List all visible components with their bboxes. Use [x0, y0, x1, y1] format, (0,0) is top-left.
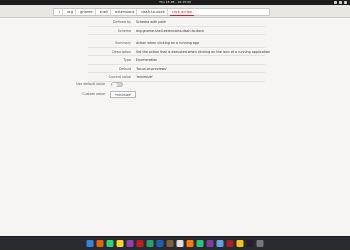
details-row-description: Description Set the action that is execu… — [88, 48, 270, 56]
row-label: Defined by — [113, 20, 131, 24]
use-default-toggle[interactable] — [111, 82, 123, 87]
dock-app-icon[interactable] — [116, 240, 124, 247]
dock-app-icon[interactable] — [186, 240, 194, 247]
breadcrumb-click-action[interactable]: click-action — [169, 9, 195, 16]
details-table: Defined by Schema with path Schema org.g… — [88, 18, 270, 82]
breadcrumb-gnome[interactable]: gnome — [78, 9, 96, 15]
breadcrumb: / org gnome shell extensions dash-to-doc… — [53, 8, 270, 16]
row-label: Default — [118, 66, 131, 71]
dock-app-icon[interactable] — [196, 240, 204, 247]
dock-app-icon[interactable] — [96, 240, 104, 247]
details-row-type: Type Enumeration — [88, 56, 265, 65]
toggle-knob — [112, 83, 117, 87]
breadcrumb-root[interactable]: / — [57, 9, 64, 15]
dock-app-icon[interactable] — [156, 240, 164, 247]
key-details-panel: Defined by Schema with path Schema org.g… — [0, 18, 350, 236]
header-bar: / org gnome shell extensions dash-to-doc… — [0, 5, 350, 18]
dock-app-icon[interactable] — [236, 240, 244, 247]
dock-app-icon[interactable] — [86, 240, 94, 247]
row-value: Enumeration — [136, 58, 158, 62]
dock-app-icon[interactable] — [126, 240, 134, 247]
dock-app-icon[interactable] — [246, 240, 254, 247]
row-value: 'focus-or-previews' — [136, 66, 167, 71]
custom-value-row: Custom value 'minimize' — [0, 90, 350, 101]
breadcrumb-extensions[interactable]: extensions — [113, 9, 138, 15]
breadcrumb-shell[interactable]: shell — [98, 9, 111, 15]
dock-app-icon[interactable] — [206, 240, 214, 247]
row-value: Schema with path — [136, 20, 166, 24]
dock — [0, 236, 350, 250]
custom-value-label: Custom value — [82, 92, 105, 96]
details-row-schema: Schema org.gnome.shell.extensions.dash-t… — [88, 27, 265, 35]
dock-app-icon[interactable] — [176, 240, 184, 247]
dock-app-icon[interactable] — [256, 240, 264, 247]
row-label: Description — [112, 49, 131, 54]
breadcrumb-dash-to-dock[interactable]: dash-to-dock — [139, 9, 168, 15]
breadcrumb-org[interactable]: org — [65, 9, 77, 15]
use-default-label: Use default value — [76, 82, 105, 86]
system-tray[interactable] — [334, 1, 347, 4]
row-value: Set the action that is executed when cli… — [136, 49, 270, 54]
volume-icon[interactable] — [339, 1, 342, 4]
dock-app-icon[interactable] — [226, 240, 234, 247]
dock-app-icon[interactable] — [166, 240, 174, 247]
details-row-default: Default 'focus-or-previews' — [88, 65, 265, 73]
power-icon[interactable] — [344, 1, 347, 4]
row-label: Type — [123, 58, 131, 62]
dock-app-icon[interactable] — [136, 240, 144, 247]
row-label: Schema — [117, 28, 131, 33]
row-value: org.gnome.shell.extensions.dash-to-dock — [136, 28, 204, 33]
row-value: Action when clicking on a running app — [136, 41, 200, 45]
custom-value-dropdown[interactable]: 'minimize' — [110, 91, 136, 98]
dock-app-icon[interactable] — [146, 240, 154, 247]
network-icon[interactable] — [334, 1, 337, 4]
dock-app-icon[interactable] — [106, 240, 114, 247]
details-row-summary: Summary Action when clicking on a runnin… — [88, 39, 265, 48]
row-label: Summary — [115, 41, 131, 45]
dock-app-icon[interactable] — [216, 240, 224, 247]
details-row-defined-by: Defined by Schema with path — [88, 18, 265, 27]
dock-apps — [86, 240, 264, 247]
